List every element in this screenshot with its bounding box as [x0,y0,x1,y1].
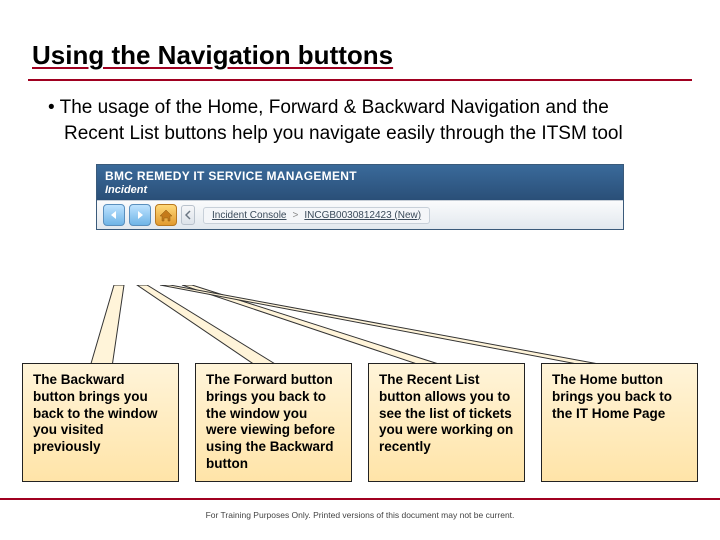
arrow-left-icon [109,210,119,220]
callout-backward: The Backward button brings you back to t… [22,363,179,482]
callouts-row: The Backward button brings you back to t… [0,363,720,482]
arrow-right-icon [135,210,145,220]
slide-title: Using the Navigation buttons [32,40,688,71]
callout-recent-list: The Recent List button allows you to see… [368,363,525,482]
nav-toolbar: Incident Console > INCGB0030812423 (New) [97,200,623,229]
breadcrumb-separator: > [293,210,299,221]
slide: Using the Navigation buttons The usage o… [0,0,720,540]
breadcrumb-link[interactable]: Incident Console [212,210,287,221]
app-window: BMC REMEDY IT SERVICE MANAGEMENT Inciden… [96,164,624,230]
bullet-text: The usage of the Home, Forward & Backwar… [0,81,720,146]
app-header: BMC REMEDY IT SERVICE MANAGEMENT Inciden… [97,165,623,200]
forward-button[interactable] [129,204,151,226]
home-button[interactable] [155,204,177,226]
home-icon [159,208,173,222]
breadcrumb-current: INCGB0030812423 (New) [304,210,421,221]
breadcrumb: Incident Console > INCGB0030812423 (New) [203,207,430,224]
callout-forward: The Forward button brings you back to th… [195,363,352,482]
bottom-rule [0,498,720,500]
back-button[interactable] [103,204,125,226]
title-wrap: Using the Navigation buttons [0,40,720,75]
callout-home: The Home button brings you back to the I… [541,363,698,482]
recent-list-button[interactable] [181,205,195,225]
chevron-left-icon [185,210,191,220]
app-header-subtitle: Incident [105,184,615,196]
footnote: For Training Purposes Only. Printed vers… [0,510,720,520]
app-header-title: BMC REMEDY IT SERVICE MANAGEMENT [105,169,615,183]
